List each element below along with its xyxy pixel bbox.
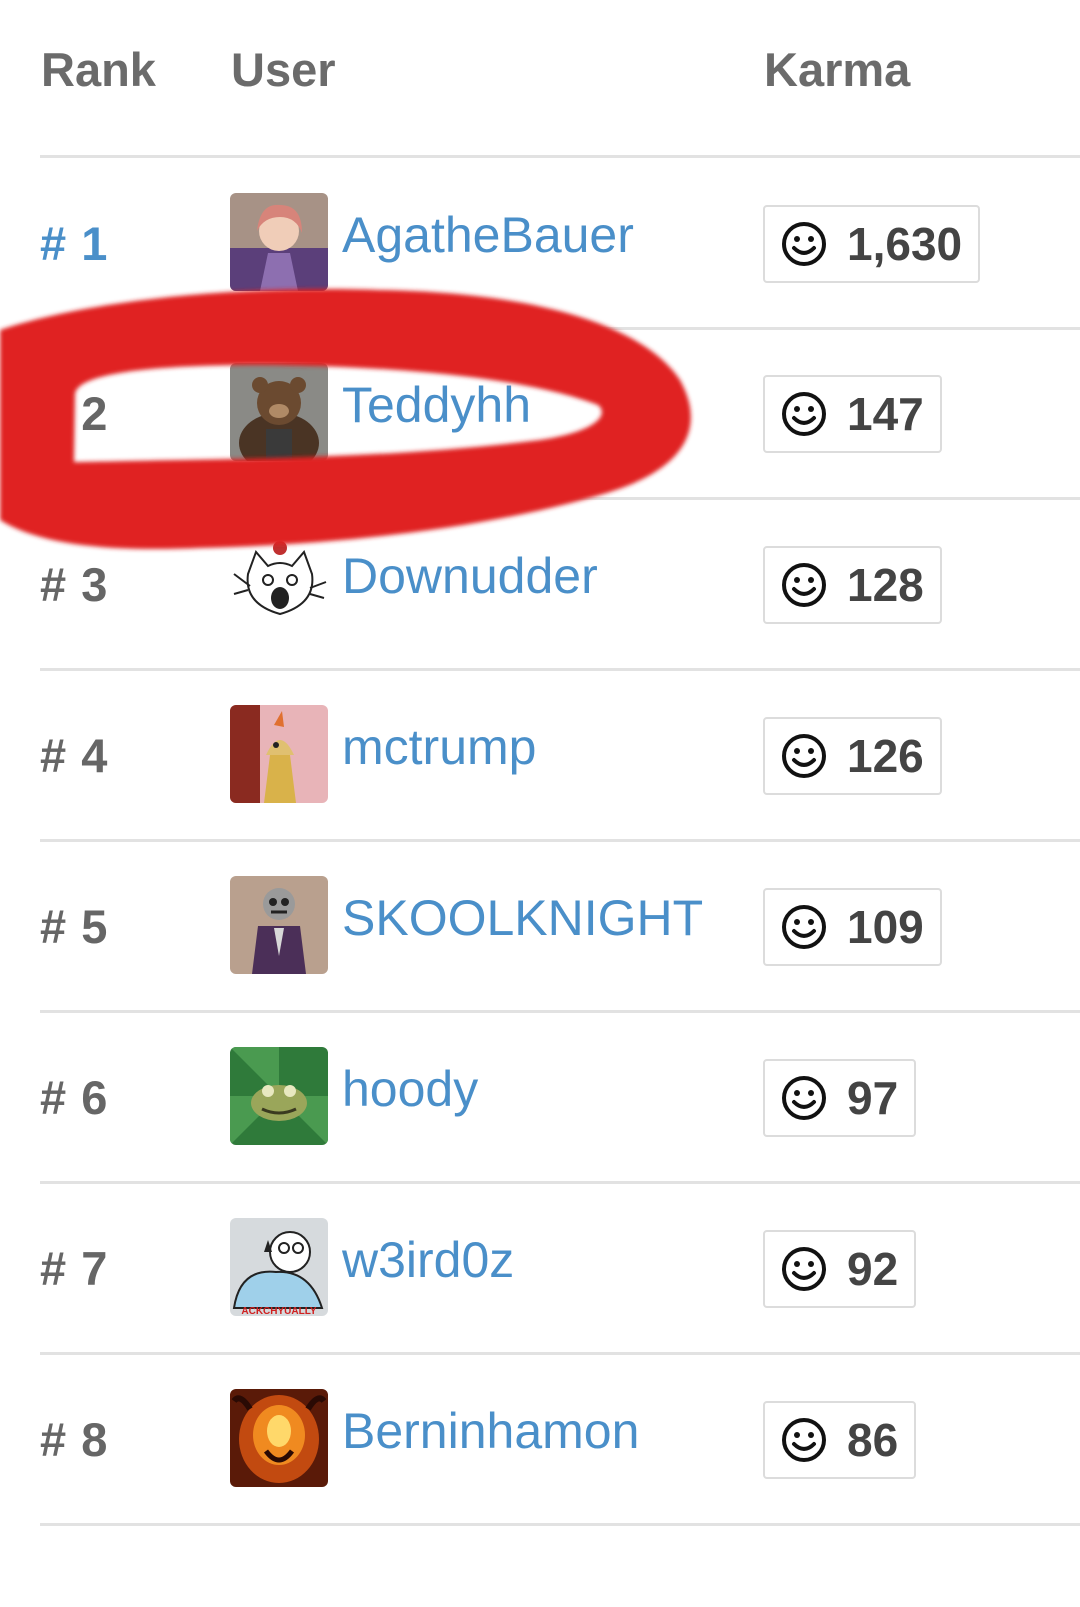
table-row: # 7 ACKCHYUALLY w3ird0z 92 — [40, 1183, 1080, 1355]
avatar[interactable] — [230, 1389, 328, 1487]
karma-value: 109 — [847, 901, 924, 953]
karma-value: 126 — [847, 730, 924, 782]
username-link[interactable]: Downudder — [342, 547, 598, 605]
table-row: # 1 AgatheBauer 1,630 — [40, 158, 1080, 330]
avatar-caption: ACKCHYUALLY — [241, 1306, 317, 1316]
avatar[interactable] — [230, 193, 328, 291]
username-link[interactable]: Teddyhh — [342, 376, 531, 434]
avatar[interactable] — [230, 876, 328, 974]
karma-badge: 1,630 — [763, 205, 981, 283]
avatar[interactable] — [230, 534, 328, 632]
karma-column-header: Karma — [764, 43, 911, 96]
karma-value: 1,630 — [847, 218, 963, 270]
rank-label: # 5 — [40, 900, 109, 953]
karma-badge: 86 — [763, 1401, 917, 1479]
username-link[interactable]: Berninhamon — [342, 1402, 639, 1460]
table-row: # 2 Teddyhh 147 — [40, 328, 1080, 500]
avatar[interactable]: ACKCHYUALLY — [230, 1218, 328, 1316]
table-row: # 4 mctrump 126 — [40, 670, 1080, 842]
avatar[interactable] — [230, 363, 328, 461]
avatar[interactable] — [230, 1047, 328, 1145]
rank-label: # 1 — [40, 217, 109, 270]
table-row: # 3 Downudder 128 — [40, 499, 1080, 671]
karma-badge: 92 — [763, 1230, 917, 1308]
karma-value: 97 — [847, 1072, 899, 1124]
rank-label: # 8 — [40, 1413, 109, 1466]
username-link[interactable]: hoody — [342, 1060, 478, 1118]
username-link[interactable]: SKOOLKNIGHT — [342, 889, 703, 947]
table-row: # 5 SKOOLKNIGHT 109 — [40, 841, 1080, 1013]
username-link[interactable]: mctrump — [342, 718, 536, 776]
rank-label: # 2 — [40, 387, 109, 440]
rank-label: # 6 — [40, 1071, 109, 1124]
smiley-face-icon — [782, 1247, 826, 1291]
karma-badge: 128 — [763, 546, 942, 624]
rank-label: # 3 — [40, 558, 109, 611]
rank-label: # 4 — [40, 729, 109, 782]
smiley-face-icon — [782, 905, 826, 949]
karma-badge: 97 — [763, 1059, 917, 1137]
karma-value: 92 — [847, 1243, 899, 1295]
username-link[interactable]: AgatheBauer — [342, 206, 634, 264]
leaderboard: Rank User Karma # 1 AgatheBauer 1,630 # … — [0, 0, 1080, 1607]
karma-badge: 147 — [763, 375, 942, 453]
smiley-face-icon — [782, 222, 826, 266]
rank-column-header: Rank — [41, 43, 156, 96]
smiley-face-icon — [782, 392, 826, 436]
smiley-face-icon — [782, 734, 826, 778]
smiley-face-icon — [782, 1418, 826, 1462]
user-column-header: User — [231, 43, 336, 96]
karma-value: 86 — [847, 1414, 899, 1466]
table-row: # 8 Berninhamon 86 — [40, 1354, 1080, 1526]
karma-value: 128 — [847, 559, 924, 611]
karma-badge: 109 — [763, 888, 942, 966]
avatar[interactable] — [230, 705, 328, 803]
karma-value: 147 — [847, 388, 924, 440]
table-header: Rank User Karma — [40, 0, 1080, 158]
karma-badge: 126 — [763, 717, 942, 795]
table-row: # 6 hoody 97 — [40, 1012, 1080, 1184]
smiley-face-icon — [782, 563, 826, 607]
username-link[interactable]: w3ird0z — [342, 1231, 514, 1289]
rank-label: # 7 — [40, 1242, 109, 1295]
smiley-face-icon — [782, 1076, 826, 1120]
